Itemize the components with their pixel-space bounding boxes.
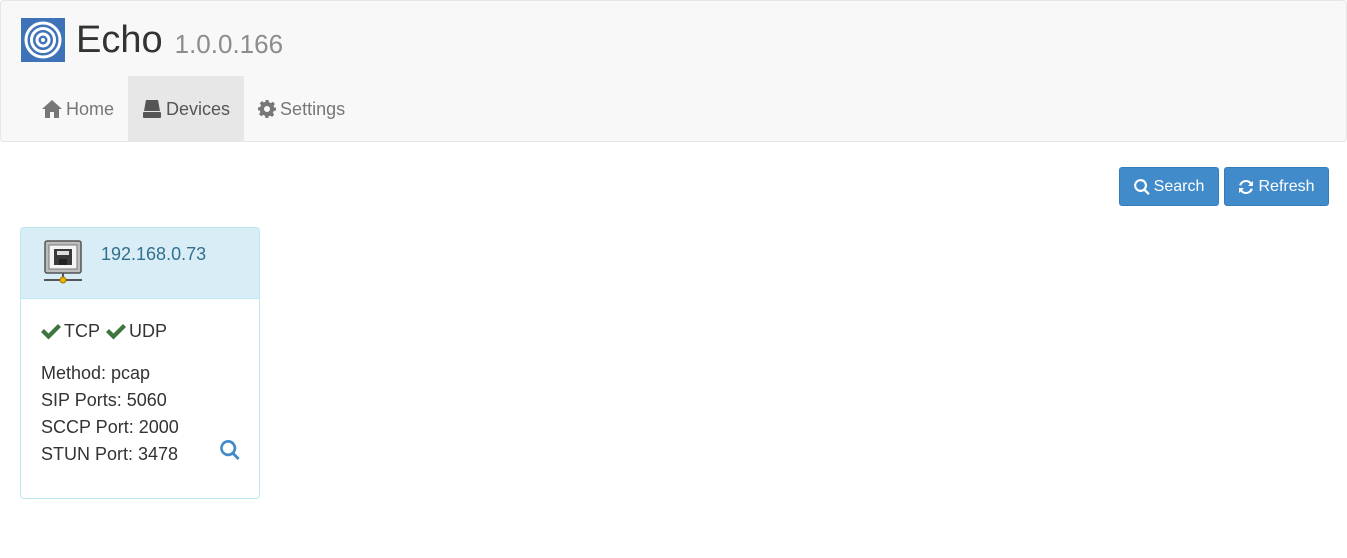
device-card: 192.168.0.73 TCP UDP Method: pcap SIP Po… [20,227,260,499]
tab-devices[interactable]: Devices [128,76,245,142]
search-icon [1133,178,1150,195]
concentric-circles-logo-icon [21,18,65,62]
brand[interactable]: Echo 1.0.0.166 [21,16,283,64]
app-version: 1.0.0.166 [174,29,284,59]
home-icon [42,100,62,118]
device-card-header: 192.168.0.73 [21,228,259,299]
refresh-button-label: Refresh [1258,177,1315,195]
stun-port-text: STUN Port: 3478 [41,444,179,464]
device-details-button[interactable] [220,440,242,462]
search-icon [220,440,240,460]
device-info: Method: pcap SIP Ports: 5060 SCCP Port: … [41,360,179,468]
network-device-icon [44,240,82,284]
protocol-row: TCP UDP [41,321,167,342]
tab-settings[interactable]: Settings [244,76,359,142]
sip-ports-text: SIP Ports: 5060 [41,390,167,410]
drive-icon [143,100,162,118]
app-title: Echo [76,19,163,61]
refresh-icon [1239,179,1254,194]
main-nav: Home Devices Settings [28,76,359,142]
check-icon [106,324,126,340]
tab-home[interactable]: Home [28,76,128,142]
gear-icon [258,100,277,118]
navbar: Echo 1.0.0.166 Home Devices Settings [0,0,1347,142]
method-text: Method: pcap [41,363,151,383]
tab-settings-label: Settings [280,98,346,119]
check-icon [41,324,61,340]
protocol-tcp: TCP [64,321,100,341]
tab-devices-label: Devices [166,98,231,119]
refresh-button[interactable]: Refresh [1224,167,1329,206]
device-ip-link[interactable]: 192.168.0.73 [101,244,206,265]
protocol-udp: UDP [129,321,168,341]
search-button-label: Search [1153,177,1205,195]
sccp-port-text: SCCP Port: 2000 [41,417,179,437]
tab-home-label: Home [66,98,115,119]
search-button[interactable]: Search [1119,167,1219,206]
